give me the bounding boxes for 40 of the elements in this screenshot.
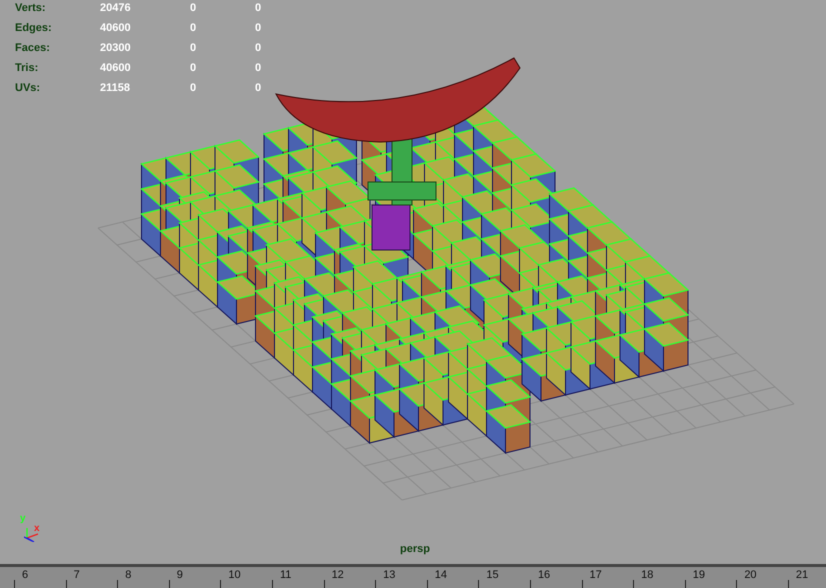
frame-number: 6 — [22, 569, 28, 581]
frame-number: 10 — [228, 569, 241, 581]
frame-number: 20 — [744, 569, 757, 581]
frame-number: 18 — [641, 569, 654, 581]
frame-number: 15 — [486, 569, 499, 581]
stat-value: 40600 — [100, 21, 132, 35]
viewport[interactable]: Verts: 20476 0 0 Edges: 40600 0 0 Faces: 20300 0 0 Tris: 40600 0 0 UVs: 21158 0 0 y x persp — [0, 0, 826, 564]
frame-number: 8 — [125, 569, 132, 581]
frame-number: 17 — [590, 569, 602, 581]
frame-number: 13 — [383, 569, 396, 581]
frame-number: 14 — [434, 569, 447, 581]
stat-value: 40600 — [100, 61, 132, 75]
frame-number: 19 — [692, 569, 705, 581]
stat-value: 0 — [190, 41, 198, 55]
frame-number: 11 — [280, 569, 292, 581]
stat-label: Faces: — [15, 41, 51, 55]
frame-number: 12 — [332, 569, 344, 581]
stat-value: 0 — [255, 21, 262, 35]
stat-value: 21158 — [100, 81, 131, 95]
stat-label: Tris: — [15, 61, 40, 75]
frame-number: 9 — [176, 569, 183, 581]
stat-value: 0 — [190, 81, 198, 95]
stat-label: UVs: — [15, 81, 42, 95]
stat-value: 0 — [190, 21, 198, 35]
stat-value: 0 — [190, 1, 198, 15]
axis-label: x — [34, 524, 40, 534]
stat-label: Edges: — [15, 21, 53, 35]
stat-value: 20300 — [100, 41, 132, 55]
stat-value: 0 — [255, 61, 262, 75]
frame-number: 7 — [74, 569, 80, 581]
frame-number: 16 — [538, 569, 550, 581]
stat-value: 0 — [255, 41, 262, 55]
frame-number: 21 — [796, 569, 808, 581]
stat-label: Verts: — [15, 1, 47, 15]
stat-value: 20476 — [100, 1, 132, 15]
stat-value: 0 — [190, 61, 198, 75]
stat-value: 0 — [255, 81, 262, 95]
axis-label: y — [20, 514, 26, 524]
stat-value: 0 — [255, 1, 262, 15]
camera-label: persp — [400, 543, 430, 555]
